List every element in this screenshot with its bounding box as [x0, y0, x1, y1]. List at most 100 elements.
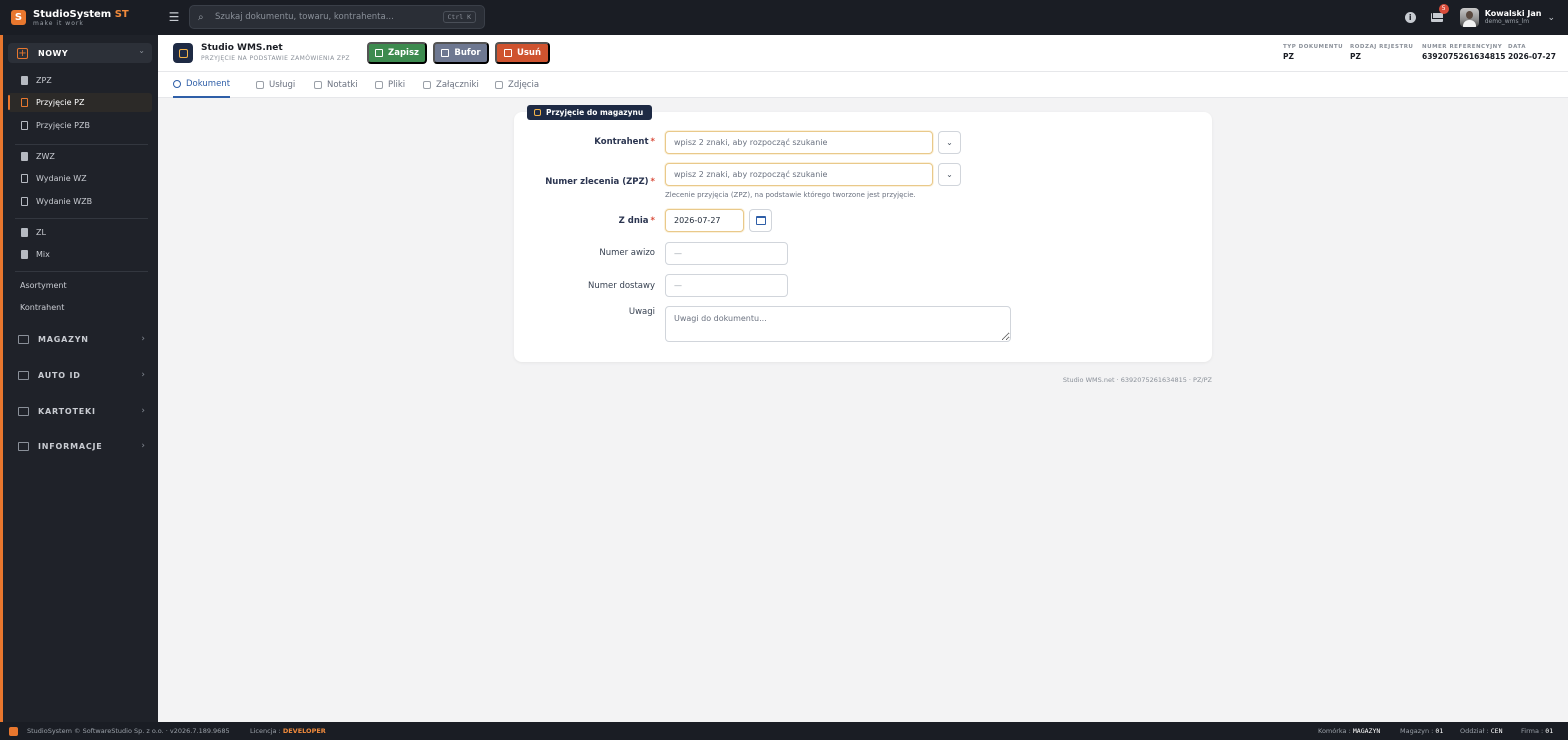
sidebar-item-zwz[interactable]: ZWZ: [8, 147, 152, 166]
meta-register-type: RODZAJ REJESTRU PZ: [1350, 44, 1414, 61]
brand-name: StudioSystem ST: [33, 8, 129, 20]
sidebar-group-kartoteki[interactable]: KARTOTEKI ›: [8, 402, 152, 421]
tab-zalaczniki[interactable]: Załączniki: [423, 72, 479, 98]
document-icon: [21, 228, 28, 237]
notes-field[interactable]: [665, 306, 1011, 342]
document-subtitle: PRZYJĘCIE NA PODSTAWIE ZAMÓWIENIA ZPZ: [201, 55, 350, 62]
delivery-number-field[interactable]: [665, 274, 788, 297]
tab-zdjecia[interactable]: Zdjęcia: [495, 72, 539, 98]
notes-label: Uwagi: [628, 307, 655, 317]
license-info: Licencja : DEVELOPER: [250, 727, 326, 735]
sidebar-section-new[interactable]: + NOWY ⌄: [8, 43, 152, 63]
sidebar-item-wydanie-wz[interactable]: Wydanie WZ: [8, 169, 152, 188]
chevron-down-icon: ⌄: [946, 170, 953, 179]
date-field[interactable]: [665, 209, 744, 232]
delete-button[interactable]: Usuń: [495, 42, 550, 64]
sidebar-item-kontrahent[interactable]: Kontrahent: [20, 303, 64, 312]
divider: [15, 271, 148, 272]
sidebar-group-auto-id[interactable]: AUTO ID ›: [8, 366, 152, 385]
contractor-field[interactable]: [665, 131, 933, 154]
document-icon: [173, 80, 181, 88]
sidebar-item-przyjecie-pzb[interactable]: Przyjęcie PZB: [8, 116, 152, 135]
image-icon: [495, 81, 503, 89]
advice-number-field[interactable]: [665, 242, 788, 265]
tab-notatki[interactable]: Notatki: [314, 72, 358, 98]
tab-dokument[interactable]: Dokument: [173, 72, 231, 98]
copyright-text: StudioSystem © SoftwareStudio Sp. z o.o.…: [27, 727, 230, 735]
global-search[interactable]: ⌕ Ctrl K: [189, 5, 485, 29]
brand-tagline: make it work: [33, 19, 84, 27]
paperclip-icon: [423, 81, 431, 89]
sidebar-item-wydanie-wzb[interactable]: Wydanie WZB: [8, 192, 152, 211]
document-icon: [21, 250, 28, 259]
order-number-label: Numer zlecenia (ZPZ) *: [545, 177, 655, 187]
sidebar-item-zl[interactable]: ZL: [8, 223, 152, 242]
document-icon: [21, 152, 28, 161]
meta-reference-number: NUMER REFERENCYJNY 6392075261634815: [1422, 44, 1506, 61]
buffer-button[interactable]: Bufor: [433, 42, 489, 64]
chevron-down-icon[interactable]: ⌄: [1547, 13, 1555, 23]
sidebar: + NOWY ⌄ ZPZ Przyjęcie PZ Przyjęcie PZB …: [0, 35, 158, 722]
order-number-field[interactable]: [665, 163, 933, 186]
note-icon: [314, 81, 322, 89]
calendar-icon: [755, 216, 766, 225]
chevron-right-icon: ›: [141, 370, 145, 380]
barcode-icon: [18, 371, 29, 380]
advice-number-label: Numer awizo: [599, 248, 655, 258]
services-icon: [256, 81, 264, 89]
search-input[interactable]: [215, 12, 435, 22]
chevron-right-icon: ›: [141, 334, 145, 344]
order-number-dropdown-button[interactable]: ⌄: [938, 163, 961, 186]
cards-icon: [18, 407, 29, 416]
date-label: Z dnia *: [618, 216, 655, 226]
company-info: Firma : 01: [1521, 727, 1554, 735]
brand-logo: S: [11, 10, 26, 25]
search-shortcut: Ctrl K: [442, 11, 476, 23]
sidebar-group-magazyn[interactable]: MAGAZYN ›: [8, 330, 152, 349]
meta-document-type: TYP DOKUMENTU PZ: [1283, 44, 1344, 61]
document-icon: [21, 98, 28, 107]
plus-icon: +: [17, 47, 28, 59]
sidebar-item-przyjecie-pz[interactable]: Przyjęcie PZ: [8, 93, 152, 112]
buffer-icon: [441, 49, 450, 57]
tab-uslugi[interactable]: Usługi: [256, 72, 295, 98]
mail-icon: [1430, 13, 1443, 22]
document-tabs: Dokument Usługi Notatki Pliki Załączniki…: [158, 72, 1568, 98]
avatar[interactable]: [1459, 8, 1479, 27]
document-icon: [21, 174, 28, 183]
status-bar: StudioSystem © SoftwareStudio Sp. z o.o.…: [0, 722, 1568, 740]
sidebar-group-informacje[interactable]: INFORMACJE ›: [8, 437, 152, 456]
cell-info: Komórka : MAGAZYN: [1318, 727, 1381, 735]
user-login: demo_wms_lm: [1484, 18, 1530, 25]
user-menu[interactable]: Kowalski Jan demo_wms_lm: [1485, 9, 1542, 26]
save-button[interactable]: Zapisz: [367, 42, 427, 64]
file-icon: [375, 81, 383, 89]
tab-pliki[interactable]: Pliki: [375, 72, 405, 98]
chevron-right-icon: ›: [141, 406, 145, 416]
brand[interactable]: S StudioSystem ST make it work: [0, 0, 158, 35]
trash-icon: [503, 49, 512, 57]
menu-toggle-icon[interactable]: ☰: [167, 10, 181, 24]
info-icon[interactable]: i: [1404, 12, 1416, 23]
document-logo: [173, 43, 193, 63]
sidebar-item-mix[interactable]: Mix: [8, 245, 152, 264]
messages-button[interactable]: 5: [1430, 4, 1449, 22]
order-number-help: Zlecenie przyjęcia (ZPZ), na podstawie k…: [665, 191, 916, 199]
document-header: Studio WMS.net PRZYJĘCIE NA PODSTAWIE ZA…: [158, 35, 1568, 72]
contractor-dropdown-button[interactable]: ⌄: [938, 131, 961, 154]
divider: [15, 218, 148, 219]
date-picker-button[interactable]: [749, 209, 772, 232]
box-icon: [534, 109, 541, 116]
document-icon: [21, 76, 28, 85]
contractor-label: Kontrahent *: [594, 137, 655, 147]
card-title-badge: Przyjęcie do magazynu: [527, 105, 653, 120]
box-icon: [178, 48, 188, 58]
document-icon: [21, 197, 28, 206]
info-doc-icon: [18, 442, 29, 451]
user-name: Kowalski Jan: [1484, 9, 1542, 18]
search-icon: ⌕: [198, 11, 204, 23]
document-icon: [21, 121, 28, 130]
document-title: Studio WMS.net: [201, 43, 283, 53]
sidebar-item-zpz[interactable]: ZPZ: [8, 71, 152, 90]
sidebar-item-asortyment[interactable]: Asortyment: [20, 281, 67, 290]
